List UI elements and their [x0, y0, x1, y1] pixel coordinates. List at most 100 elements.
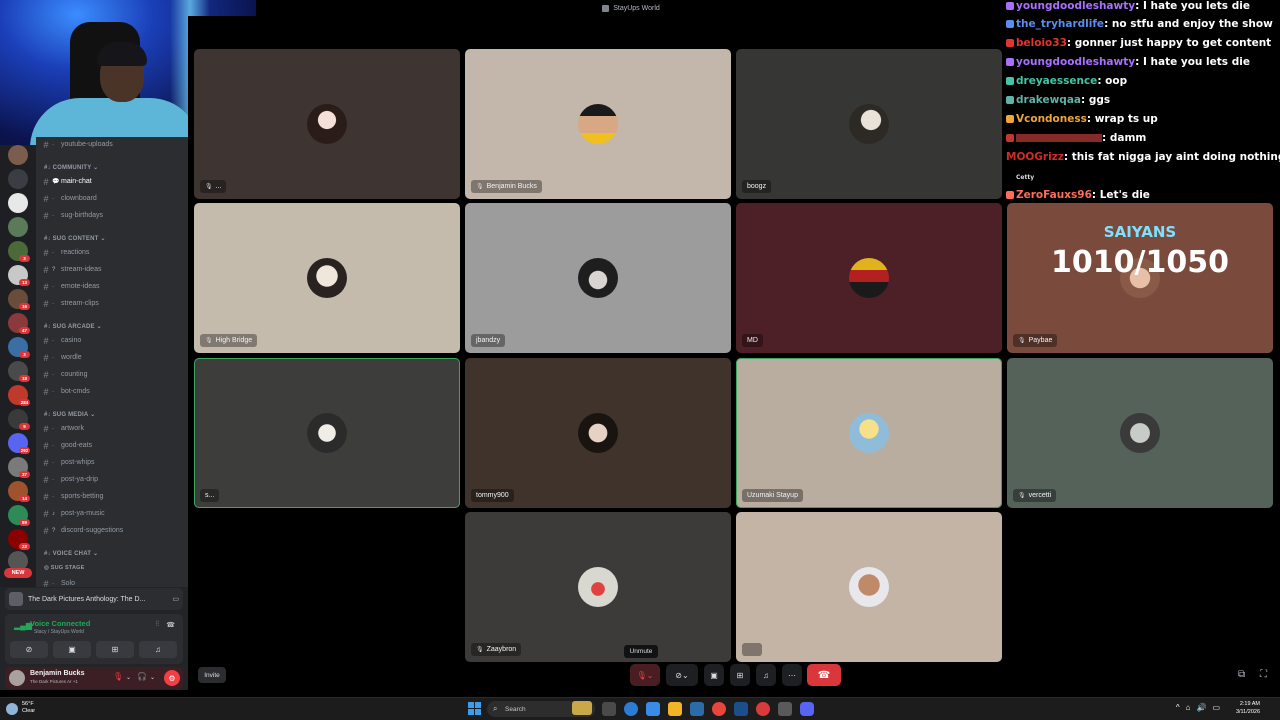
camera-button[interactable]: ⊘⌄	[666, 664, 698, 686]
activities-button[interactable]: ⊞	[730, 664, 750, 686]
participant-tile[interactable]: 🎙 High Bridge	[194, 203, 460, 353]
participant-tile[interactable]: 🎙 Benjamin Bucks	[465, 49, 731, 199]
channel-sug-birthdays[interactable]: # · sug-birthdays	[40, 209, 184, 222]
weather-moon-icon[interactable]	[6, 703, 18, 715]
category-community[interactable]: #↓ COMMUNITY ⌄	[44, 164, 98, 171]
server-icon[interactable]	[8, 145, 28, 165]
mic-icon: 🎙	[476, 647, 484, 653]
channel-post-whips[interactable]: # · post-whips	[40, 456, 184, 469]
channel-casino[interactable]: # · casino	[40, 334, 184, 347]
soundboard-button[interactable]: ♫	[139, 641, 177, 658]
screen-share-button[interactable]: ▣	[704, 664, 724, 686]
obs-icon[interactable]	[756, 702, 770, 716]
mute-button[interactable]: 🎙⌄	[630, 664, 660, 686]
task-view-icon[interactable]	[602, 702, 616, 716]
steam-icon[interactable]	[734, 702, 748, 716]
activities-button[interactable]: ⊞	[96, 641, 134, 658]
disconnect-icon[interactable]: ☎	[166, 621, 175, 629]
server-icon[interactable]	[8, 169, 28, 189]
participant-tile[interactable]: tommy900	[465, 358, 731, 508]
activity-card[interactable]: The Dark Pictures Anthology: The D... ▭	[5, 588, 183, 610]
chat-message: youngdoodleshawty: I hate you lets die	[1006, 56, 1278, 69]
chat-message: dreyaessence: oop	[1006, 75, 1278, 88]
category-voice-chat[interactable]: #↓ VOICE CHAT ⌄	[44, 550, 98, 557]
channel-emote-ideas[interactable]: # · emote-ideas	[40, 280, 184, 293]
channel-reactions[interactable]: # · reactions	[40, 246, 184, 259]
network-icon[interactable]: ⌂	[1186, 703, 1191, 712]
chrome-icon[interactable]	[712, 702, 726, 716]
channel-main-chat[interactable]: # 💬 main-chat	[40, 175, 184, 188]
server-icon[interactable]	[8, 217, 28, 237]
channel-sports-betting[interactable]: # · sports-betting	[40, 490, 184, 503]
server-icon[interactable]	[8, 193, 28, 213]
channel-discord-suggestions[interactable]: #? discord-suggestions	[40, 524, 184, 537]
settings-gear-icon[interactable]: ⚙	[164, 670, 180, 686]
popout-icon[interactable]: ⧉	[1238, 669, 1245, 680]
new-badge: NEW	[4, 568, 32, 578]
disconnect-button[interactable]: ☎	[807, 664, 841, 686]
soundboard-button[interactable]: ♫	[756, 664, 776, 686]
screen-icon[interactable]: ▭	[172, 595, 179, 603]
file-explorer-icon[interactable]	[668, 702, 682, 716]
channel-stream-clips[interactable]: # · stream-clips	[40, 297, 184, 310]
participant-avatar	[307, 258, 347, 298]
more-button[interactable]: ⋯	[782, 664, 802, 686]
more-icon: ⋯	[788, 670, 796, 680]
category-sug-stage[interactable]: ◎ SUG STAGE	[44, 565, 85, 571]
unmute-tooltip: Unmute	[624, 645, 658, 658]
participant-tile[interactable]	[736, 512, 1002, 662]
edge-icon[interactable]	[624, 702, 638, 716]
noise-suppression-icon[interactable]: ⫶⫶	[156, 621, 160, 629]
voice-location[interactable]: Stacy / StayUps World	[34, 629, 84, 635]
channel-good-eats[interactable]: # · good-eats	[40, 439, 184, 452]
chevron-down-icon[interactable]: ⌄	[126, 674, 131, 681]
battery-icon[interactable]: ▭	[1212, 703, 1220, 712]
chevron-down-icon[interactable]: ⌄	[150, 674, 155, 681]
discord-icon[interactable]	[800, 702, 814, 716]
participant-tile[interactable]: 🎙 vercetti	[1007, 358, 1273, 508]
app-icon[interactable]	[778, 702, 792, 716]
weather-widget[interactable]: 56°F Clear	[22, 701, 35, 715]
invite-button[interactable]: Invite	[198, 667, 226, 683]
participant-tile[interactable]: SAIYANS 1010/1050 🎙 Paybae	[1007, 203, 1273, 353]
participant-tile[interactable]: MD	[736, 203, 1002, 353]
avatar[interactable]	[9, 670, 25, 686]
chat-message: ZeroFauxs96: Let's die	[1006, 189, 1278, 202]
category-sug-content[interactable]: #↓ SUG CONTENT ⌄	[44, 235, 106, 242]
user-panel[interactable]: Benjamin Bucks The Dark Pictures Ar +1 🎙…	[5, 667, 183, 689]
camera-off-button[interactable]: ⊘	[10, 641, 48, 658]
channel-counting[interactable]: # · counting	[40, 368, 184, 381]
share-screen-button[interactable]: ▣	[53, 641, 91, 658]
participant-tile[interactable]: 🎙...	[194, 49, 460, 199]
category-sug-media[interactable]: #↓ SUG MEDIA ⌄	[44, 411, 95, 418]
participant-name: boogz	[742, 180, 772, 193]
volume-icon[interactable]: 🔊	[1196, 703, 1206, 712]
headphones-icon[interactable]: 🎧	[137, 672, 147, 681]
channel-post-ya-music[interactable]: # ♪ post-ya-music	[40, 507, 184, 520]
chat-message: Vcondoness: wrap ts up	[1006, 113, 1278, 126]
channel-bot-cmds[interactable]: # · bot-cmds	[40, 385, 184, 398]
channel-post-ya-drip[interactable]: # · post-ya-drip	[40, 473, 184, 486]
channel-wordle[interactable]: # · wordle	[40, 351, 184, 364]
mic-muted-icon[interactable]: 🎙	[113, 672, 123, 681]
username: Benjamin Bucks	[30, 670, 85, 677]
channel-stream-ideas[interactable]: #? stream-ideas	[40, 263, 184, 276]
participant-tile[interactable]: s...	[194, 358, 460, 508]
participant-tile[interactable]: Uzumaki Stayup	[736, 358, 1002, 508]
mic-muted-icon: 🎙⌄	[636, 670, 654, 680]
settings-app-icon[interactable]	[690, 702, 704, 716]
channel-artwork[interactable]: # · artwork	[40, 422, 184, 435]
category-sug-arcade[interactable]: #↓ SUG ARCADE ⌄	[44, 323, 102, 330]
participant-tile[interactable]: 🎙 Zaaybron	[465, 512, 731, 662]
participant-tile[interactable]: jbandzy	[465, 203, 731, 353]
fullscreen-icon[interactable]: ⛶	[1260, 669, 1267, 680]
copilot-icon[interactable]	[646, 702, 660, 716]
clock[interactable]: 2:19 AM 3/11/2026	[1236, 701, 1260, 716]
channel-youtube-uploads[interactable]: # · youtube-uploads	[40, 138, 184, 151]
participant-tile[interactable]: boogz	[736, 49, 1002, 199]
chevron-up-icon[interactable]: ^	[1176, 703, 1180, 712]
channel-clownboard[interactable]: # · clownboard	[40, 192, 184, 205]
channel-solo[interactable]: # · Solo	[40, 577, 184, 588]
participant-name: 🎙...	[200, 180, 227, 193]
start-button[interactable]	[468, 702, 481, 715]
